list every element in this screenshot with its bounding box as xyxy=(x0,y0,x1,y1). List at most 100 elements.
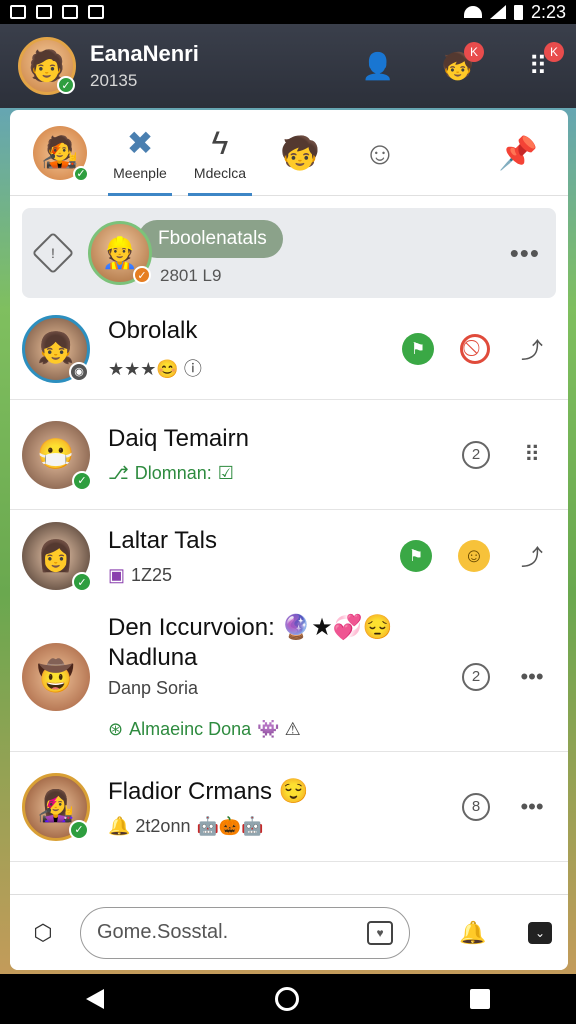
bell-icon[interactable]: 🔔 xyxy=(456,916,490,950)
mute-icon xyxy=(62,5,78,19)
status-bar: 2:23 xyxy=(0,0,576,24)
message-input[interactable]: Gome.Sosstal. ♥ xyxy=(80,906,410,959)
chat-preview: Danp Soria xyxy=(108,678,199,698)
chat-name: Obrolalk xyxy=(108,316,198,344)
chat-preview-text: 1Z25 xyxy=(131,564,173,585)
chat-avatar: 👧 ◉ xyxy=(22,314,90,383)
online-check-icon: ✓ xyxy=(69,819,89,840)
menu-badge: K xyxy=(544,42,564,62)
tab-meenple[interactable]: ✖ Meenple xyxy=(100,110,180,196)
chat-avatar: 🤠 xyxy=(22,642,90,711)
check-icon xyxy=(36,5,52,19)
pushpin-icon: 📌 xyxy=(498,134,538,171)
tab-label: Mdeclca xyxy=(193,164,247,181)
home-icon[interactable] xyxy=(274,987,299,1011)
chat-preview-text: Dlomnan: xyxy=(134,463,212,483)
chat-preview-line2: ⊛ Almaeinc Dona 👾 ⚠ xyxy=(108,719,462,740)
person-icon: 👤 xyxy=(361,50,395,81)
online-check-icon: ✓ xyxy=(57,76,75,94)
smiley-icon[interactable]: ☺ xyxy=(458,540,490,572)
count-circle-icon[interactable]: 2 xyxy=(462,440,490,469)
calendar-badge-icon: ☑ xyxy=(217,463,234,483)
profile-id: 20135 xyxy=(90,71,138,90)
tab-character[interactable]: 🧒 xyxy=(260,110,340,196)
tab-bar: 🧑‍🎤 ✓ ✖ Meenple ϟ Mdeclca 🧒 ☺ 📌 xyxy=(10,110,568,196)
ban-icon[interactable]: ⃠ xyxy=(460,333,490,364)
pinned-title: Fboolenatals xyxy=(138,220,283,258)
green-flag-icon[interactable]: ⚑ xyxy=(400,540,432,572)
online-check-icon: ✓ xyxy=(72,572,92,592)
online-check-icon: ✓ xyxy=(73,165,89,182)
gallery-icon xyxy=(10,5,26,19)
status-icon: ◉ xyxy=(69,361,89,382)
chat-card: 🧑‍🎤 ✓ ✖ Meenple ϟ Mdeclca 🧒 ☺ 📌 ! 👷 ✓ Fb… xyxy=(10,110,568,970)
profile-avatar[interactable]: 🧑 ✓ xyxy=(18,37,76,95)
contacts-button[interactable]: 👤 xyxy=(358,46,398,86)
status-ring-icon: ⊛ xyxy=(108,719,124,739)
online-check-icon: ✓ xyxy=(72,470,92,491)
lock-icon xyxy=(88,5,104,19)
pinned-avatar: 👷 ✓ xyxy=(88,221,152,285)
tab-avatar[interactable]: 🧑‍🎤 ✓ xyxy=(20,110,100,196)
system-nav-bar xyxy=(0,974,576,1024)
more-options-icon[interactable]: ••• xyxy=(516,791,548,823)
chat-preview: ⎇ Dlomnan: ☑ xyxy=(108,463,462,484)
branch-icon: ⎇ xyxy=(108,463,129,483)
smiley-icon: ☺ xyxy=(363,134,397,171)
character-notifications-button[interactable]: 🧒 K xyxy=(438,42,484,86)
chat-row[interactable]: 👩‍🎤 ✓ Fladior Crmans 😌 🔔 2t2onn 🤖🎃🤖 8 ••… xyxy=(10,752,568,862)
compose-bar: ⬡ Gome.Sosstal. ♥ 🔔 ⌄ xyxy=(10,894,568,970)
tab-pin[interactable]: 📌 xyxy=(478,110,558,196)
chat-preview-text: Almaeinc Dona xyxy=(129,719,252,739)
chat-avatar: 😷 ✓ xyxy=(22,420,92,491)
back-icon[interactable] xyxy=(85,989,104,1009)
signal-icon xyxy=(489,5,506,19)
shield-number-icon[interactable]: ⬡ xyxy=(26,916,60,950)
pinned-chat[interactable]: ! 👷 ✓ Fboolenatals 2801 L9 ••• xyxy=(22,208,556,298)
profile-name: EanaNenri xyxy=(90,41,199,66)
green-flag-icon[interactable]: ⚑ xyxy=(402,332,434,365)
tab-mdeclca[interactable]: ϟ Mdeclca xyxy=(180,110,260,196)
chat-avatar: 👩 ✓ xyxy=(22,522,92,592)
app-header: 🧑 ✓ EanaNenri 20135 👤 🧒 K ⠿ K xyxy=(0,24,576,108)
grid-dots-icon[interactable]: ⠿ xyxy=(516,439,548,471)
menu-button[interactable]: ⠿ K xyxy=(518,42,564,86)
pinned-subtitle: 2801 L9 xyxy=(160,266,222,285)
count-circle-icon[interactable]: 8 xyxy=(462,792,490,821)
share-icon[interactable]: ⤴ xyxy=(516,333,548,365)
cross-swords-icon: ✖ xyxy=(126,124,154,161)
chat-preview: 🔔 2t2onn 🤖🎃🤖 xyxy=(108,816,462,837)
recents-icon[interactable] xyxy=(470,989,491,1009)
chat-avatar: 👩‍🎤 ✓ xyxy=(22,772,90,841)
chat-name: Daiq Temairn xyxy=(108,425,249,452)
game-emoji-icon: 👾 ⚠ xyxy=(257,719,301,739)
chat-preview: ★★★😊 ⓘ xyxy=(108,358,202,379)
more-options-icon[interactable]: ••• xyxy=(510,238,540,269)
chat-row[interactable]: 👩 ✓ Laltar Tals ▣ 1Z25 ⚑ ☺ ⤴ xyxy=(10,510,568,602)
pin-icon[interactable]: ! xyxy=(31,231,75,275)
chat-name: Den Iccurvoion: 🔮★💞😔 xyxy=(108,614,393,641)
lightning-icon: ϟ xyxy=(211,124,229,161)
clock: 2:23 xyxy=(530,1,566,22)
chat-row[interactable]: 👧 ◉ Obrolalk ★★★😊 ⓘ ⚑ ⃠ ⤴ xyxy=(10,298,568,400)
chat-name: Laltar Tals xyxy=(108,526,217,554)
online-check-icon: ✓ xyxy=(133,266,151,284)
chat-name: Fladior Crmans 😌 xyxy=(108,777,309,805)
chat-row[interactable]: 😷 ✓ Daiq Temairn ⎇ Dlomnan: ☑ 2 ⠿ xyxy=(10,400,568,510)
chat-row[interactable]: 🤠 Den Iccurvoion: 🔮★💞😔 Nadluna Danp Sori… xyxy=(10,602,568,752)
inbox-icon[interactable]: ⌄ xyxy=(528,921,552,944)
kid-character-icon: 🧒 xyxy=(280,134,320,171)
character-avatar-icon: 🧑‍🎤 ✓ xyxy=(33,125,89,182)
chat-preview: ▣ 1Z25 xyxy=(108,565,400,586)
more-options-icon[interactable]: ••• xyxy=(516,661,548,693)
notification-badge: K xyxy=(464,42,484,62)
sticker-icon[interactable]: ♥ xyxy=(367,920,393,945)
character-emoji-icon: 🤖🎃🤖 xyxy=(196,815,264,836)
calendar-icon: ▣ xyxy=(108,564,126,585)
count-circle-icon[interactable]: 2 xyxy=(462,662,490,691)
chat-name-line2: Nadluna xyxy=(108,644,198,671)
tab-reactions[interactable]: ☺ xyxy=(340,110,420,196)
share-icon[interactable]: ⤴ xyxy=(516,540,548,572)
battery-icon xyxy=(513,4,523,20)
tab-label: Meenple xyxy=(113,164,167,181)
